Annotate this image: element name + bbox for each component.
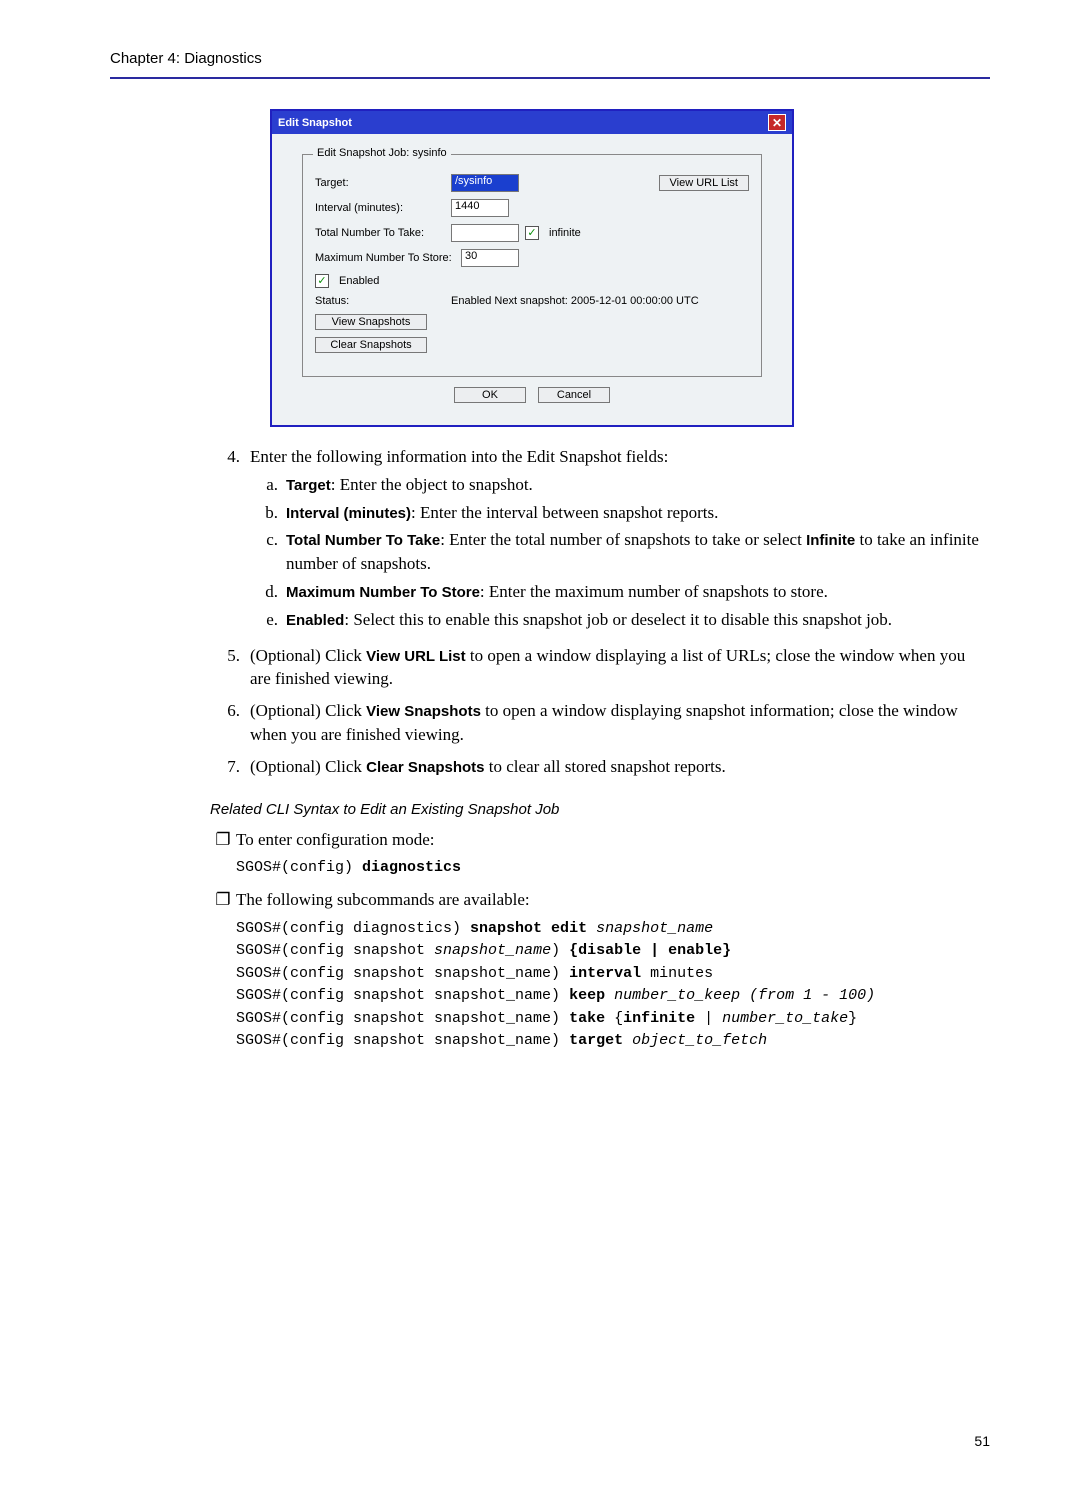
- code-text: ): [551, 942, 569, 959]
- code-text: |: [695, 1010, 722, 1027]
- step-bold: View URL List: [366, 648, 465, 665]
- bullet-text: The following subcommands are available:: [236, 888, 990, 912]
- code-bold: interval: [569, 965, 650, 982]
- sub-rest: : Enter the total number of snapshots to…: [440, 530, 806, 549]
- code-bold: target: [569, 1032, 632, 1049]
- sub-rest: : Enter the interval between snapshot re…: [411, 503, 718, 522]
- bullet-icon: ❐: [210, 888, 236, 912]
- max-label: Maximum Number To Store:: [315, 252, 455, 264]
- step-pre: (Optional) Click: [250, 757, 366, 776]
- step-bold: Clear Snapshots: [366, 759, 484, 776]
- sub-letter: c.: [250, 528, 286, 576]
- enabled-checkbox[interactable]: ✓: [315, 274, 329, 288]
- code-text: SGOS#(config): [236, 859, 362, 876]
- sub-letter: e.: [250, 608, 286, 632]
- dialog-title-text: Edit Snapshot: [278, 117, 352, 129]
- ok-button[interactable]: OK: [454, 387, 526, 403]
- status-label: Status:: [315, 295, 445, 307]
- step-pre: (Optional) Click: [250, 701, 366, 720]
- code-italic: snapshot_name: [596, 920, 713, 937]
- body-text: 4. Enter the following information into …: [210, 445, 990, 1053]
- page-number: 51: [110, 1433, 990, 1449]
- sub-bold: Target: [286, 477, 331, 494]
- code-italic: number_to_keep (from 1 - 100): [614, 987, 875, 1004]
- sub-letter: b.: [250, 501, 286, 525]
- code-text: }: [848, 1010, 857, 1027]
- sub-bold2: Infinite: [806, 532, 855, 549]
- code-text: SGOS#(config snapshot snapshot_name): [236, 1032, 569, 1049]
- total-label: Total Number To Take:: [315, 227, 445, 239]
- code-italic: object_to_fetch: [632, 1032, 767, 1049]
- code-text: minutes: [650, 965, 713, 982]
- infinite-checkbox[interactable]: ✓: [525, 226, 539, 240]
- sub-letter: a.: [250, 473, 286, 497]
- step-number: 7.: [210, 755, 250, 779]
- page-header: Chapter 4: Diagnostics: [110, 50, 990, 79]
- max-input[interactable]: 30: [461, 249, 519, 267]
- sub-bold: Maximum Number To Store: [286, 584, 480, 601]
- cancel-button[interactable]: Cancel: [538, 387, 610, 403]
- code-text: SGOS#(config snapshot: [236, 942, 434, 959]
- code-italic: number_to_take: [722, 1010, 848, 1027]
- step-bold: View Snapshots: [366, 703, 481, 720]
- sub-bold: Enabled: [286, 612, 344, 629]
- step-pre: (Optional) Click: [250, 646, 366, 665]
- step-number: 4.: [210, 445, 250, 636]
- code-bold: snapshot edit: [470, 920, 596, 937]
- sub-bold: Interval (minutes): [286, 505, 411, 522]
- step-post: to clear all stored snapshot reports.: [485, 757, 726, 776]
- sub-letter: d.: [250, 580, 286, 604]
- sub-rest: : Enter the object to snapshot.: [331, 475, 533, 494]
- status-value: Enabled Next snapshot: 2005-12-01 00:00:…: [451, 295, 699, 307]
- cli-section-title: Related CLI Syntax to Edit an Existing S…: [210, 799, 990, 820]
- total-input[interactable]: [451, 224, 519, 242]
- code-bold: {disable | enable}: [569, 942, 731, 959]
- sub-rest: : Select this to enable this snapshot jo…: [344, 610, 892, 629]
- infinite-label: infinite: [549, 227, 581, 239]
- target-input[interactable]: /sysinfo: [451, 174, 519, 192]
- interval-label: Interval (minutes):: [315, 202, 445, 214]
- dialog-screenshot: Edit Snapshot ✕ Edit Snapshot Job: sysin…: [270, 109, 990, 427]
- view-url-list-button[interactable]: View URL List: [659, 175, 749, 191]
- step-number: 6.: [210, 699, 250, 747]
- code-bold: keep: [569, 987, 614, 1004]
- enabled-label: Enabled: [339, 275, 379, 287]
- code-text: {: [614, 1010, 623, 1027]
- sub-rest: : Enter the maximum number of snapshots …: [480, 582, 828, 601]
- code-text: SGOS#(config snapshot snapshot_name): [236, 987, 569, 1004]
- code-bold: diagnostics: [362, 859, 461, 876]
- close-icon[interactable]: ✕: [768, 114, 786, 131]
- bullet-icon: ❐: [210, 828, 236, 852]
- code-text: SGOS#(config diagnostics): [236, 920, 470, 937]
- dialog-titlebar: Edit Snapshot ✕: [272, 111, 792, 134]
- code-italic: snapshot_name: [434, 942, 551, 959]
- sub-bold: Total Number To Take: [286, 532, 440, 549]
- target-label: Target:: [315, 177, 445, 189]
- fieldset-legend: Edit Snapshot Job: sysinfo: [313, 147, 451, 159]
- step-text: Enter the following information into the…: [250, 445, 990, 469]
- code-text: SGOS#(config snapshot snapshot_name): [236, 1010, 569, 1027]
- view-snapshots-button[interactable]: View Snapshots: [315, 314, 427, 330]
- interval-input[interactable]: 1440: [451, 199, 509, 217]
- code-bold: infinite: [623, 1010, 695, 1027]
- code-text: SGOS#(config snapshot snapshot_name): [236, 965, 569, 982]
- clear-snapshots-button[interactable]: Clear Snapshots: [315, 337, 427, 353]
- code-bold: take: [569, 1010, 614, 1027]
- bullet-text: To enter configuration mode:: [236, 828, 990, 852]
- step-number: 5.: [210, 644, 250, 692]
